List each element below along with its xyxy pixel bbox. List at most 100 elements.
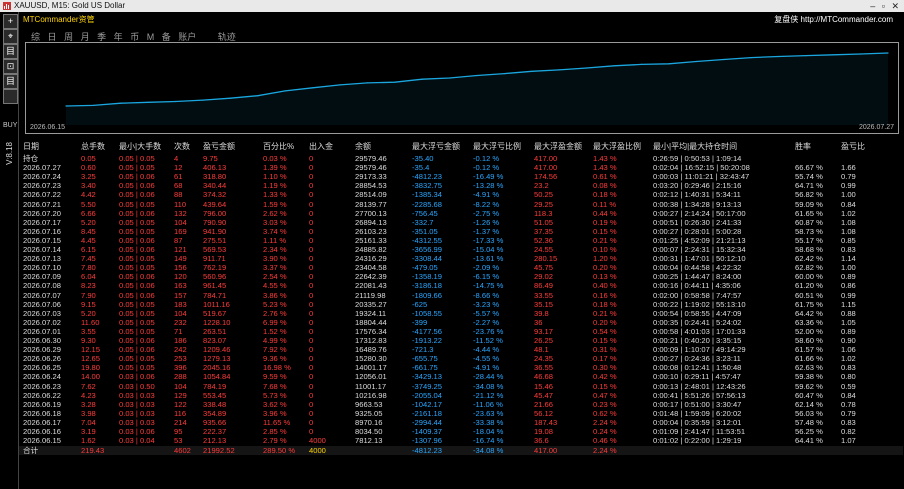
table-row[interactable]: 2026.07.23 3.40 0.05 | 0.06 68 340.44 1.19 % 0… <box>19 181 903 190</box>
tab-currency[interactable]: 币 <box>130 32 139 42</box>
table-row[interactable]: 2026.07.22 4.42 0.05 | 0.06 88 374.32 1.33 % 0… <box>19 190 903 199</box>
table-cell: 93.17 <box>534 326 554 336</box>
table-row[interactable]: 2026.07.07 7.90 0.05 | 0.06 157 784.71 3.86 %… <box>19 291 903 300</box>
table-cell: -16.74 % <box>473 436 504 446</box>
table-cell: 0:02:00 | 0:58:58 | 7:47:57 <box>653 290 742 300</box>
table-row[interactable]: 2026.07.13 7.45 0.05 | 0.05 149 911.71 3.90 %… <box>19 254 903 263</box>
table-row[interactable]: 2026.07.15 4.45 0.05 | 0.06 87 275.51 1.11 % 0… <box>19 236 903 245</box>
table-cell: 0:00:27 | 0:24:36 | 3:23:11 <box>653 354 741 364</box>
table-row[interactable]: 2026.07.01 3.55 0.05 | 0.05 71 263.51 1.52 % 0… <box>19 327 903 336</box>
table-row[interactable]: 持仓 0.05 0.05 | 0.05 4 9.75 0.03 % 0 29579.46 -35… <box>19 154 903 163</box>
table-header-14[interactable]: 盈亏比 <box>841 141 865 152</box>
tab-account[interactable]: 账户 <box>178 32 196 42</box>
table-row[interactable]: 2026.07.08 8.23 0.05 | 0.06 163 961.45 4.55 %… <box>19 281 903 290</box>
tab-summary[interactable]: 综 <box>31 32 40 42</box>
table-cell: 2.85 % <box>263 427 287 436</box>
sidebar-button-2[interactable]: ⌖ <box>3 29 18 44</box>
table-row[interactable]: 2026.07.03 5.20 0.05 | 0.05 104 519.67 2.76 %… <box>19 309 903 318</box>
table-cell: 11.60 <box>81 317 100 327</box>
tab-day[interactable]: 日 <box>48 32 57 42</box>
sidebar-button-3[interactable]: 目 <box>3 44 18 59</box>
table-header-9[interactable]: 最大浮亏比例 <box>473 141 521 152</box>
table-cell: 0:00:03 | 11:01:21 | 32:43:47 <box>653 172 750 182</box>
table-row[interactable]: 2026.07.02 11.60 0.05 | 0.05 232 1228.10 6.99… <box>19 318 903 327</box>
table-row[interactable]: 2026.07.10 7.80 0.05 | 0.05 156 762.19 3.37 %… <box>19 263 903 272</box>
table-cell: 2026.06.30 <box>23 336 62 345</box>
table-cell: 0.05 | 0.06 <box>119 208 155 218</box>
table-row[interactable]: 2026.06.22 4.23 0.03 | 0.03 129 553.45 5.73 %… <box>19 391 903 400</box>
tab-track[interactable]: 轨迹 <box>218 32 236 42</box>
table-row[interactable]: 2026.06.19 3.28 0.03 | 0.03 122 338.48 3.62 %… <box>19 400 903 409</box>
table-row[interactable]: 2026.07.09 6.04 0.05 | 0.06 120 560.96 2.54 %… <box>19 272 903 281</box>
table-row[interactable]: 2026.07.24 3.25 0.05 | 0.06 61 318.80 1.10 % 0… <box>19 172 903 181</box>
table-row[interactable]: 2026.06.15 1.62 0.03 | 0.04 53 212.13 2.79 % 4… <box>19 436 903 445</box>
table-cell: 29.25 <box>534 199 554 209</box>
table-cell: 1.07 <box>841 436 856 446</box>
table-cell: 1.10 % <box>263 172 287 182</box>
table-row[interactable]: 2026.07.14 6.15 0.05 | 0.06 121 569.53 2.34 %… <box>19 245 903 254</box>
sidebar-button-4[interactable]: ⊡ <box>3 59 18 74</box>
table-header-4[interactable]: 盈亏金额 <box>203 141 235 152</box>
table-cell: 2026.06.19 <box>23 399 62 409</box>
table-row[interactable]: 2026.06.23 7.62 0.03 | 0.50 104 784.19 7.68 %… <box>19 382 903 391</box>
table-cell: 0:00:04 | 0:44:58 | 4:22:32 <box>653 263 742 273</box>
table-cell: 560.96 <box>203 272 227 282</box>
table-row[interactable]: 2026.07.21 5.50 0.05 | 0.05 110 439.64 1.59 %… <box>19 200 903 209</box>
table-cell: 122 <box>174 399 187 409</box>
brand-link[interactable]: 复盘侠 http://MTCommander.com <box>774 14 893 25</box>
window-controls[interactable]: – ▫ ✕ <box>870 0 901 12</box>
table-row[interactable]: 2026.07.20 6.66 0.05 | 0.06 132 796.00 2.62 %… <box>19 209 903 218</box>
table-cell: 53 <box>174 436 183 446</box>
table-cell: 9.36 % <box>263 354 287 364</box>
table-row[interactable]: 2026.06.26 12.65 0.05 | 0.05 253 1279.13 9.36… <box>19 354 903 363</box>
table-header-10[interactable]: 最大浮盈金额 <box>534 141 582 152</box>
equity-point-23 <box>695 60 697 63</box>
table-cell: 0.05 | 0.06 <box>119 272 155 282</box>
table-cell: -8.66 % <box>473 290 500 300</box>
table-cell: 0.03 | 0.06 <box>119 427 155 436</box>
table-cell: 0.19 % <box>593 217 617 227</box>
table-cell: -479.05 <box>412 263 438 273</box>
table-cell: 56.03 % <box>795 408 823 418</box>
table-row[interactable]: 2026.06.29 12.15 0.05 | 0.06 242 1209.46 7.92… <box>19 345 903 354</box>
table-header-3[interactable]: 次数 <box>174 141 190 152</box>
tab-week[interactable]: 周 <box>64 32 73 42</box>
table-row[interactable]: 2026.07.16 8.45 0.05 | 0.05 169 941.90 3.74 %… <box>19 227 903 236</box>
table-row[interactable]: 2026.06.17 7.04 0.03 | 0.03 214 935.66 11.65 … <box>19 418 903 427</box>
table-header-7[interactable]: 余额 <box>355 141 371 152</box>
tab-month[interactable]: 月 <box>81 32 90 42</box>
table-row[interactable]: 2026.06.24 14.00 0.03 | 0.06 288 1054.84 9.59… <box>19 372 903 381</box>
table-header-5[interactable]: 百分比% <box>263 141 294 152</box>
table-header-0[interactable]: 日期 <box>23 141 39 152</box>
sidebar-button-5[interactable]: 目 <box>3 74 18 89</box>
table-row[interactable]: 2026.07.06 9.15 0.05 | 0.05 183 1011.16 5.23 … <box>19 300 903 309</box>
table-row[interactable]: 2026.06.18 3.98 0.03 | 0.03 116 354.89 3.96 %… <box>19 409 903 418</box>
table-row[interactable]: 2026.06.30 9.30 0.05 | 0.06 186 823.07 4.99 %… <box>19 336 903 345</box>
tab-notes[interactable]: 备 <box>162 32 171 42</box>
table-header-13[interactable]: 胜率 <box>795 141 811 152</box>
table-cell: 0.05 | 0.05 <box>119 163 155 173</box>
table-header-6[interactable]: 出入金 <box>309 141 333 152</box>
table-header-11[interactable]: 最大浮盈比例 <box>593 141 641 152</box>
table-row[interactable]: 2026.07.27 0.60 0.05 | 0.05 12 406.13 1.39 % 0… <box>19 163 903 172</box>
tab-quarter[interactable]: 季 <box>97 32 106 42</box>
table-row[interactable]: 2026.06.16 3.19 0.03 | 0.06 95 222.37 2.85 % 0… <box>19 427 903 436</box>
table-header-2[interactable]: 最小|大手数 <box>119 141 161 152</box>
sidebar-button-1[interactable]: + <box>3 14 18 29</box>
table-header-12[interactable]: 最小|平均|最大持仓时间 <box>653 141 737 152</box>
table-row[interactable]: 2026.07.17 5.20 0.05 | 0.05 104 790.90 3.03 %… <box>19 218 903 227</box>
table-cell: 0 <box>309 263 314 273</box>
tab-year[interactable]: 年 <box>114 32 123 42</box>
table-cell: 57.48 % <box>795 417 823 427</box>
table-header-8[interactable]: 最大浮亏金额 <box>412 141 460 152</box>
table-cell: 61 <box>174 172 183 182</box>
table-cell: 21119.98 <box>355 290 386 300</box>
table-cell: 2026.07.02 <box>23 317 62 327</box>
table-header-1[interactable]: 总手数 <box>81 141 105 152</box>
sidebar-button-6[interactable]: ​ <box>3 89 18 104</box>
table-cell: 28514.09 <box>355 190 387 200</box>
table-cell: 61.57 % <box>795 345 823 355</box>
table-row[interactable]: 2026.06.25 19.80 0.05 | 0.05 396 2045.16 16.9… <box>19 363 903 372</box>
tab-m[interactable]: M <box>147 32 155 42</box>
table-cell: 4000 <box>309 436 326 446</box>
